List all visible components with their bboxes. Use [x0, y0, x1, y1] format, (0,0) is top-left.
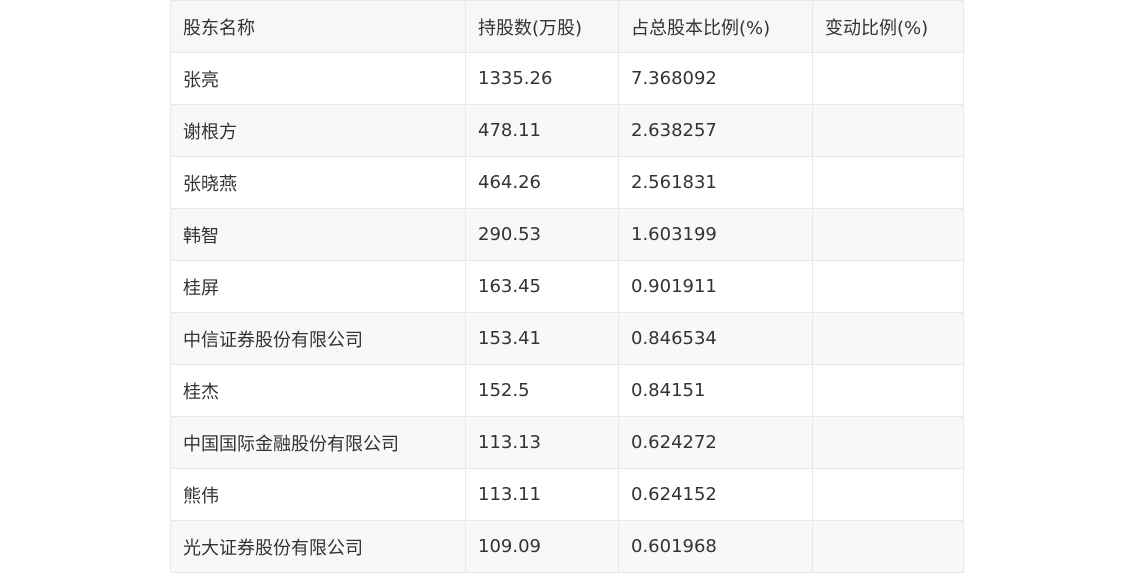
- cell-share-ratio: 0.601968: [618, 520, 813, 573]
- cell-share-ratio: 2.638257: [618, 104, 813, 157]
- cell-shareholder-name: 桂屏: [170, 260, 466, 313]
- cell-shares-held: 152.5: [465, 364, 619, 417]
- cell-shareholder-name: 光大证券股份有限公司: [170, 520, 466, 573]
- cell-shares-held: 109.09: [465, 520, 619, 573]
- table-row: 中信证券股份有限公司 153.41 0.846534: [170, 312, 964, 365]
- cell-share-ratio: 7.368092: [618, 52, 813, 105]
- table-row: 桂杰 152.5 0.84151: [170, 364, 964, 417]
- table-header-row: 股东名称 持股数(万股) 占总股本比例(%) 变动比例(%): [170, 0, 964, 53]
- table-row: 光大证券股份有限公司 109.09 0.601968: [170, 520, 964, 573]
- cell-shareholder-name: 谢根方: [170, 104, 466, 157]
- cell-shareholder-name: 中信证券股份有限公司: [170, 312, 466, 365]
- cell-share-ratio: 0.846534: [618, 312, 813, 365]
- cell-share-ratio: 0.84151: [618, 364, 813, 417]
- cell-share-ratio: 2.561831: [618, 156, 813, 209]
- cell-shares-held: 113.11: [465, 468, 619, 521]
- cell-change-ratio: [812, 312, 964, 365]
- table-row: 韩智 290.53 1.603199: [170, 208, 964, 261]
- cell-shares-held: 464.26: [465, 156, 619, 209]
- cell-shareholder-name: 中国国际金融股份有限公司: [170, 416, 466, 469]
- cell-change-ratio: [812, 156, 964, 209]
- cell-change-ratio: [812, 104, 964, 157]
- cell-shareholder-name: 张晓燕: [170, 156, 466, 209]
- cell-shareholder-name: 张亮: [170, 52, 466, 105]
- cell-change-ratio: [812, 468, 964, 521]
- cell-shares-held: 153.41: [465, 312, 619, 365]
- cell-share-ratio: 0.624152: [618, 468, 813, 521]
- cell-shareholder-name: 熊伟: [170, 468, 466, 521]
- header-change-ratio: 变动比例(%): [812, 0, 964, 53]
- table-row: 中国国际金融股份有限公司 113.13 0.624272: [170, 416, 964, 469]
- cell-shares-held: 290.53: [465, 208, 619, 261]
- cell-shares-held: 163.45: [465, 260, 619, 313]
- cell-shareholder-name: 桂杰: [170, 364, 466, 417]
- cell-shareholder-name: 韩智: [170, 208, 466, 261]
- cell-change-ratio: [812, 260, 964, 313]
- shareholder-table-container: 股东名称 持股数(万股) 占总股本比例(%) 变动比例(%) 张亮 1335.2…: [170, 0, 964, 573]
- header-shares-held: 持股数(万股): [465, 0, 619, 53]
- cell-change-ratio: [812, 52, 964, 105]
- cell-shares-held: 1335.26: [465, 52, 619, 105]
- cell-change-ratio: [812, 416, 964, 469]
- table-row: 张晓燕 464.26 2.561831: [170, 156, 964, 209]
- cell-share-ratio: 1.603199: [618, 208, 813, 261]
- table-row: 张亮 1335.26 7.368092: [170, 52, 964, 105]
- cell-shares-held: 478.11: [465, 104, 619, 157]
- shareholder-table: 股东名称 持股数(万股) 占总股本比例(%) 变动比例(%) 张亮 1335.2…: [170, 0, 964, 573]
- cell-shares-held: 113.13: [465, 416, 619, 469]
- cell-share-ratio: 0.901911: [618, 260, 813, 313]
- cell-share-ratio: 0.624272: [618, 416, 813, 469]
- header-share-ratio: 占总股本比例(%): [618, 0, 813, 53]
- table-row: 桂屏 163.45 0.901911: [170, 260, 964, 313]
- cell-change-ratio: [812, 520, 964, 573]
- table-row: 熊伟 113.11 0.624152: [170, 468, 964, 521]
- cell-change-ratio: [812, 208, 964, 261]
- table-row: 谢根方 478.11 2.638257: [170, 104, 964, 157]
- header-shareholder-name: 股东名称: [170, 0, 466, 53]
- cell-change-ratio: [812, 364, 964, 417]
